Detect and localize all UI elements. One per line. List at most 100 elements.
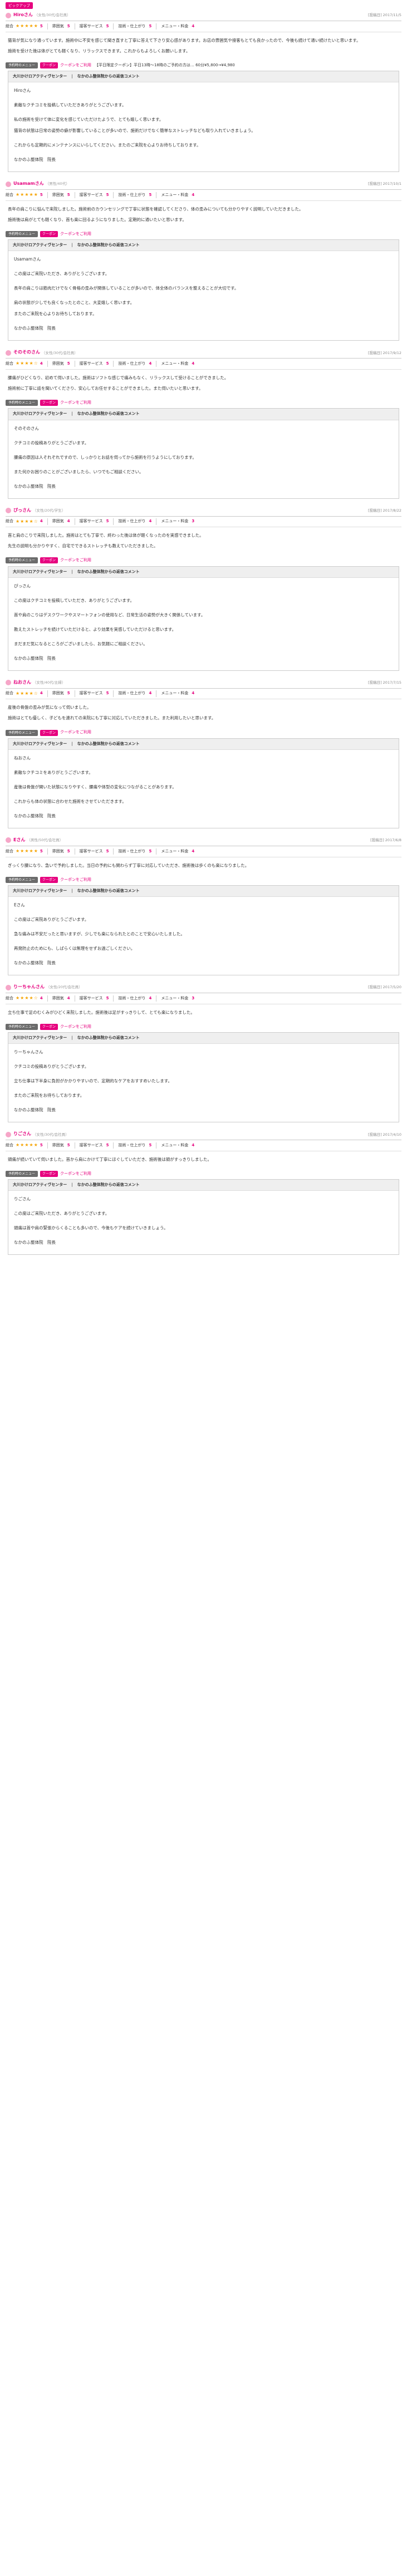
post-date: [投稿日] 2017/4/10 <box>368 1132 401 1137</box>
category-score: 4 <box>149 691 152 696</box>
overall-score: 5 <box>40 848 43 853</box>
star-rating-icon: ★★★★★ <box>16 23 38 28</box>
review-paragraph: 長年の肩こりに悩んで来院しました。施術前のカウンセリングで丁寧に状態を確認してく… <box>8 206 303 212</box>
reply-paragraph: 素敵なクチコミをありがとうございます。 <box>14 769 93 775</box>
reply-paragraph: なかのふ整体院 院長 <box>14 157 56 163</box>
reviewer-meta: （女性/40代/主婦） <box>33 680 66 685</box>
coupon-link[interactable]: クーポンをご利用 <box>60 62 91 68</box>
category-label: メニュー・料金 <box>161 192 189 197</box>
salon-reply: 大川かけロアクティヴセンター | なかのふ整体院からの返信コメント りごさん この度はご… <box>8 1179 399 1255</box>
reviewer-name[interactable]: Eさん <box>13 837 25 844</box>
category-label: 接客サービス <box>79 361 103 366</box>
overall-score: 5 <box>40 1143 43 1147</box>
review-body: 長年の肩こりに悩んで来院しました。施術前のカウンセリングで丁寧に状態を確認してく… <box>6 201 401 229</box>
reply-paragraph: またのご来院をお待ちしております。 <box>14 1093 85 1098</box>
reserved-menu: 予約時のメニュー クーポン クーポンをご利用 <box>6 231 401 238</box>
reviewer-name[interactable]: Usamamさん <box>13 180 44 188</box>
reserved-menu: 予約時のメニュー クーポン クーポンをご利用 <box>6 557 401 564</box>
coupon-link[interactable]: クーポンをご利用 <box>60 877 91 883</box>
user-avatar-icon <box>6 984 11 990</box>
reply-paragraph: なかのふ整体院 院長 <box>14 813 56 818</box>
reply-separator: | <box>71 741 73 746</box>
review-card: そのそのさん （女性/30代/会社員） [投稿日] 2017/9/12 総合 ★★★★☆… <box>6 347 401 499</box>
reply-paragraph: Usamamさん <box>14 257 41 262</box>
overall-score: 5 <box>40 23 43 28</box>
category-score: 5 <box>106 23 109 28</box>
coupon-link[interactable]: クーポンをご利用 <box>60 231 91 237</box>
reply-paragraph: ぴっさん <box>14 583 31 588</box>
post-date: [投稿日] 2017/9/12 <box>368 350 401 355</box>
reviewer-name[interactable]: りごさん <box>13 1131 31 1138</box>
reviewer-meta: （女性/30代/会社員） <box>33 1132 69 1137</box>
category-rating: メニュー・料金 4 <box>156 1142 199 1149</box>
overall-label: 総合 <box>6 691 13 696</box>
category-score: 5 <box>149 23 152 28</box>
reserved-menu: 予約時のメニュー クーポン クーポンをご利用 <box>6 729 401 736</box>
category-rating: 接客サービス 5 <box>74 518 114 525</box>
review-body: 首と肩のこりで来院しました。施術はとても丁寧で、終わった後は体が軽くなったのを実… <box>6 527 401 555</box>
category-score: 4 <box>67 995 70 1000</box>
category-label: 接客サービス <box>79 1143 103 1147</box>
reviewer-name[interactable]: ねおさん <box>13 679 31 686</box>
coupon-detail: 【平日限定クーポン】平日13時〜18時のご予約の方は… 60分¥5,800→¥4… <box>95 62 235 67</box>
salon-reply: 大川かけロアクティヴセンター | なかのふ整体院からの返信コメント りーちゃんさん クチ… <box>8 1032 399 1123</box>
overall-score: 4 <box>40 691 43 696</box>
coupon-link[interactable]: クーポンをご利用 <box>60 1171 91 1177</box>
category-rating: 接客サービス 5 <box>74 1142 114 1149</box>
reply-body: りごさん この度はご来院いただき、ありがとうございます。 頭痛は首や肩の緊張からくる… <box>8 1191 399 1255</box>
user-avatar-icon <box>6 680 11 686</box>
category-rating: メニュー・料金 3 <box>156 518 199 525</box>
category-rating: 接客サービス 5 <box>74 848 114 855</box>
coupon-link[interactable]: クーポンをご利用 <box>60 400 91 406</box>
category-label: メニュー・料金 <box>161 361 189 366</box>
reply-heading: なかのふ整体院からの返信コメント <box>77 73 140 78</box>
category-label: 雰囲気 <box>52 23 64 28</box>
category-rating: メニュー・料金 4 <box>156 192 199 199</box>
reply-from: 大川かけロアクティヴセンター <box>13 73 67 78</box>
reply-paragraph: まだまだ気になるところがございましたら、お気軽にご相談ください。 <box>14 641 148 646</box>
category-label: メニュー・料金 <box>161 691 189 696</box>
category-rating: 接客サービス 5 <box>74 23 114 30</box>
category-label: メニュー・料金 <box>161 23 189 28</box>
review-paragraph: 腰痛がひどくなり、初めて伺いました。施術はソフトな感じで痛みもなく、リラックスし… <box>8 375 229 381</box>
rating-bar: 総合 ★★★★★ 5 雰囲気 5 接客サービス 5 技術・仕上がり 5 メニュー・料金 4 <box>6 846 401 857</box>
category-label: 雰囲気 <box>52 691 64 696</box>
category-score: 5 <box>106 691 109 696</box>
category-rating: 雰囲気 5 <box>47 192 75 199</box>
reply-title: 大川かけロアクティヴセンター | なかのふ整体院からの返信コメント <box>8 738 399 750</box>
category-rating: 接客サービス 5 <box>74 192 114 199</box>
category-score: 4 <box>192 848 195 853</box>
reply-paragraph: なかのふ整体院 院長 <box>14 1240 56 1245</box>
user-avatar-icon <box>6 837 11 843</box>
coupon-badge: クーポン <box>40 729 58 736</box>
reserved-menu: 予約時のメニュー クーポン クーポンをご利用 【平日限定クーポン】平日13時〜18時の… <box>6 62 401 68</box>
overall-score: 4 <box>40 995 43 1000</box>
reply-body: ねおさん 素敵なクチコミをありがとうございます。 産後は骨盤が開いた状態になりやすく… <box>8 749 399 828</box>
reviewer-name[interactable]: そのそのさん <box>13 349 40 356</box>
coupon-link[interactable]: クーポンをご利用 <box>60 729 91 735</box>
reply-paragraph: この度はご来院いただき、ありがとうございます。 <box>14 271 110 277</box>
reply-paragraph: 急な痛みは不安だったと思いますが、少しでも楽になられたとのことで安心いたしました… <box>14 931 185 937</box>
reviewer-name[interactable]: ぴっさん <box>13 507 31 514</box>
category-score: 4 <box>192 23 195 28</box>
category-rating: 接客サービス 5 <box>74 361 114 367</box>
coupon-link[interactable]: クーポンをご利用 <box>60 557 91 563</box>
category-label: 技術・仕上がり <box>118 23 146 28</box>
reply-body: ぴっさん この度はクチコミを投稿していただき、ありがとうございます。 首や肩のこりは… <box>8 577 399 670</box>
reviewer-name[interactable]: Hiroさん <box>13 12 33 19</box>
category-label: 技術・仕上がり <box>118 519 146 524</box>
rating-bar: 総合 ★★★★☆ 4 雰囲気 4 接客サービス 5 技術・仕上がり 4 メニュー・料金 3 <box>6 993 401 1004</box>
reply-from: 大川かけロアクティヴセンター <box>13 741 67 746</box>
post-date: [投稿日] 2017/7/15 <box>368 680 401 685</box>
reviewer-name[interactable]: りーちゃんさん <box>13 984 45 991</box>
category-label: 接客サービス <box>79 23 103 28</box>
reserved-menu-label: 予約時のメニュー <box>6 231 38 238</box>
salon-reply: 大川かけロアクティヴセンター | なかのふ整体院からの返信コメント ねおさん 素敵なクチ… <box>8 738 399 828</box>
review-header: Hiroさん （女性/30代/会社員） [投稿日] 2017/11/5 <box>6 10 401 21</box>
coupon-link[interactable]: クーポンをご利用 <box>60 1024 91 1030</box>
category-rating: 技術・仕上がり 4 <box>113 690 156 697</box>
reserved-menu-label: 予約時のメニュー <box>6 62 38 68</box>
star-rating-icon: ★★★★★ <box>16 192 38 198</box>
category-score: 5 <box>149 192 152 197</box>
category-label: 技術・仕上がり <box>118 1143 146 1147</box>
